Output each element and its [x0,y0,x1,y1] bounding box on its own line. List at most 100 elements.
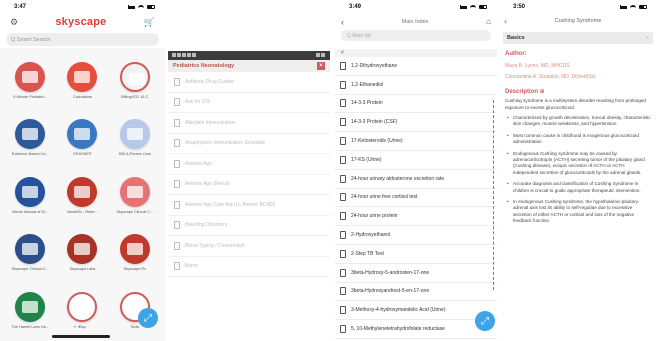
index-row[interactable]: 17-Ketosteroids (Urine) [335,132,497,151]
skyscape-logo: skyscape [55,16,107,28]
alphabet-scroll-index[interactable] [492,100,494,290]
app-icon [119,62,150,92]
cart-icon[interactable]: 🛒 [144,17,155,27]
app-tile[interactable]: Skyscape Labs [56,234,108,283]
app-tile[interactable]: Skyscape Clinical C... [4,234,56,283]
index-row-label: 17-KS (Urine) [351,156,382,163]
list-item[interactable]: Blood Typing / Crossmatch [168,236,330,257]
index-row[interactable]: 2-Step TB Test [335,245,497,264]
app-tile[interactable]: DBI A-Poranz Care [109,119,161,168]
skyscape-home-screen: 3:47 ⚙ skyscape 🛒 Q Smart Search 5-Minut… [0,0,165,341]
index-row[interactable]: 3beta-Hydroxy-5-androsten-17-one [335,264,497,283]
collapse-icon[interactable]: − [646,35,649,41]
document-icon [174,139,180,148]
index-row[interactable]: 5, 10-Methylenetetrahydrofolate reductas… [335,320,497,339]
index-row[interactable]: 14-3-3 Protein [335,95,497,114]
signal-icon [128,4,135,9]
app-tile[interactable]: Merck Manual of Di... [4,176,56,226]
status-time: 3:50 [513,3,526,10]
list-item-label: Anemia App Care Aid (Lt. Antono BCND) [185,201,276,208]
list-item[interactable]: Anemia App Care Aid (Lt. Antono BCND) [168,195,330,216]
document-icon [340,155,346,164]
document-icon [340,306,346,315]
document-icon [340,325,346,334]
index-row[interactable]: 14-3-3 Protein (CSF) [335,113,497,133]
list-item[interactable]: Anaphylaxis Immunization Schedule [168,134,330,154]
app-label: Skyscape Clinical C... [116,209,154,214]
index-row[interactable]: 24-hour urinary aldosterone excretion ra… [335,170,497,189]
author-name[interactable]: Maya B. Lyons, MD, MHCDS [505,63,651,69]
list-item[interactable]: Allergies Immunization [168,113,330,134]
status-time: 3:47 [14,3,27,10]
app-tile[interactable]: 5-Minute Pediatric... [4,62,56,111]
description-bullet: Most common cause in childhood is exogen… [505,133,651,146]
topic-body: Author: Maya B. Lyons, MD, MHCDS Constan… [499,44,657,234]
list-item-label: Burns [185,263,199,270]
app-tile[interactable]: Evidence-Based Ca... [4,119,56,168]
app-label: Billing/ICD 10-C [121,95,149,99]
description-label: Description ⊕ [505,89,545,95]
app-tile[interactable]: Calculators [56,62,108,111]
index-search-input[interactable]: Q Main Idx [341,30,491,41]
list-item[interactable]: Anemia App (Renal) [168,175,330,195]
app-tile[interactable]: Buy [56,291,108,341]
app-icon [15,62,46,92]
document-icon [174,262,180,271]
document-icon [340,231,346,240]
index-row[interactable]: 24-hour urine protein [335,207,497,227]
description-bullet: Endogenous Cushing syndrome may be cause… [505,151,651,177]
app-tile[interactable]: The Harriet Lane Ha... [4,291,56,341]
index-row-label: 3-Methoxy-4-hydroxymandelic Acid (Urine) [351,307,446,314]
app-tile[interactable]: Billing/ICD 10-C [109,62,161,111]
list-item-label: Allergies Immunization [185,119,236,126]
app-tile[interactable]: Skyscape Rx [109,234,161,283]
index-row[interactable]: 2-Hydroxyethanol [335,226,497,245]
list-item[interactable]: Antibody Drug Guides [168,72,330,93]
home-icon[interactable]: ⌂ [486,17,491,26]
expand-fab-button[interactable]: ⤢ [475,311,495,331]
search-placeholder: Q Smart Search [11,36,51,43]
status-bar: 3:47 [0,0,165,13]
list-item[interactable]: Ask for IDS [168,93,330,113]
document-icon [340,80,346,89]
app-icon [119,234,150,265]
app-tile[interactable]: Skyscape Clinical C... [109,176,161,226]
document-icon [174,159,180,168]
index-list: 1,2-Dihydroxyethane 1,2-Ethanediol 14-3-3 … [335,57,497,339]
app-label: Skyscape Labs [69,267,96,272]
app-icon [15,119,46,150]
app-tile[interactable]: EDICINE® [56,119,108,168]
status-icons [128,4,155,9]
wifi-icon [138,4,144,9]
list-item-label: Bleeding Disorders [185,222,228,229]
author-name[interactable]: Constantine A. Stratakis, MD, D(med)Sci [505,74,651,80]
index-row[interactable]: 1,2-Dihydroxyethane [335,57,497,76]
list-item[interactable]: Burns [168,257,330,277]
notification-icons [172,52,197,59]
document-icon [174,180,180,189]
list-item[interactable]: Bleeding Disorders [168,216,330,236]
index-row[interactable]: 17-KS (Urine) [335,151,497,170]
index-row-label: 24-hour urine protein [351,213,398,220]
smart-search-input[interactable]: Q Smart Search [6,33,159,46]
index-row[interactable]: 3beta-Hydroxyandrost-5-en-17-one [335,283,497,302]
list-item-label: Ask for IDS [185,99,211,106]
section-title: Basics [507,35,525,41]
back-chevron-icon[interactable]: ‹ [341,17,344,27]
document-icon [174,77,180,86]
close-button[interactable]: × [317,62,325,70]
index-row[interactable]: 3-Methoxy-4-hydroxymandelic Acid (Urine) [335,301,497,321]
expand-fab-button[interactable]: ⤢ [138,308,158,328]
list-item-label: Anemia App [185,160,212,167]
app-tile[interactable]: MedicRx - Refer... [56,176,108,226]
index-row-label: 24-hour urine free cortisol test [351,194,418,201]
gear-icon[interactable]: ⚙ [10,17,18,27]
app-label: Buy [79,324,86,329]
index-row[interactable]: 1,2-Ethanediol [335,76,497,95]
list-item[interactable]: Anemia App [168,154,330,175]
section-basics[interactable]: Basics − [503,32,653,44]
index-row[interactable]: 24-hour urine free cortisol test [335,189,497,208]
document-icon [340,118,346,127]
document-icon [174,98,180,107]
index-row-label: 2-Step TB Test [351,250,384,257]
